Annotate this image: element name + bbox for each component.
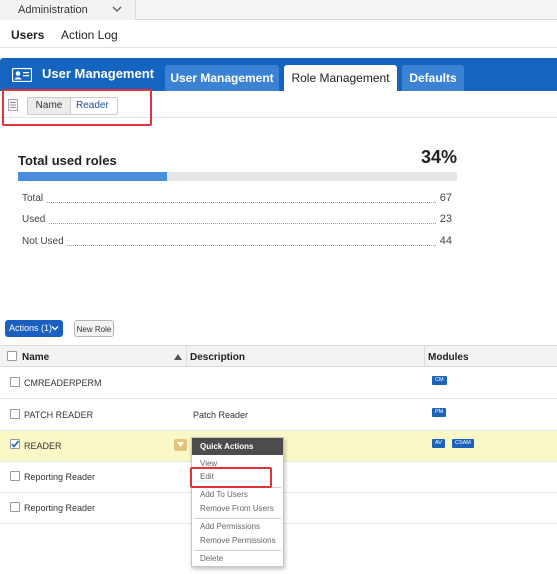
- role-name: Reporting Reader: [24, 503, 96, 513]
- dotted-leader: [22, 202, 452, 203]
- app-header: User Management User Management Role Man…: [0, 58, 557, 91]
- nav-users[interactable]: Users: [11, 28, 44, 42]
- menu-item-add-permissions[interactable]: Add Permissions: [200, 522, 260, 531]
- check-icon: [11, 440, 20, 448]
- page-title: User Management: [42, 66, 154, 81]
- table-row[interactable]: CMREADERPERM CM: [0, 368, 557, 399]
- menu-divider: [194, 518, 281, 519]
- usage-progress-fill: [18, 172, 168, 181]
- chevron-down-icon: [112, 6, 122, 13]
- column-divider: [424, 346, 425, 367]
- row-checkbox[interactable]: [10, 502, 20, 512]
- stat-value: 44: [436, 235, 452, 247]
- column-header-name[interactable]: Name: [22, 352, 49, 363]
- table-row[interactable]: PATCH READER Patch Reader PM: [0, 400, 557, 431]
- module-badge-pm: PM: [432, 408, 447, 417]
- stat-label: Used: [22, 214, 49, 225]
- quick-actions-menu: Quick Actions View Edit Add To Users Rem…: [191, 437, 284, 567]
- stat-label: Not Used: [22, 236, 67, 247]
- quick-actions-title: Quick Actions: [192, 438, 283, 455]
- column-divider: [186, 346, 187, 367]
- stat-row-total: Total 67: [22, 192, 452, 207]
- menu-divider: [194, 550, 281, 551]
- stat-value: 23: [436, 213, 452, 225]
- role-name: READER: [24, 441, 62, 451]
- menu-item-add-to-users[interactable]: Add To Users: [200, 490, 248, 499]
- actions-button[interactable]: Actions (1): [5, 320, 63, 337]
- highlight-box-filter: [2, 89, 152, 126]
- tab-defaults[interactable]: Defaults: [402, 65, 464, 91]
- row-checkbox[interactable]: [10, 471, 20, 481]
- role-name: PATCH READER: [24, 410, 94, 420]
- module-selector[interactable]: Administration: [0, 0, 136, 20]
- usage-progress-bar: [18, 172, 457, 181]
- module-badge-av: AV: [432, 439, 445, 448]
- actions-button-label: Actions (1): [9, 323, 53, 333]
- sort-ascending-icon[interactable]: [174, 354, 182, 360]
- module-badge-csam: CSAM: [452, 439, 474, 448]
- menu-item-remove-permissions[interactable]: Remove Permissions: [200, 536, 276, 545]
- row-checkbox[interactable]: [10, 409, 20, 419]
- module-badge-cm: CM: [432, 376, 447, 385]
- stat-row-not-used: Not Used 44: [22, 235, 452, 250]
- nav-action-log[interactable]: Action Log: [61, 28, 118, 42]
- column-header-modules[interactable]: Modules: [428, 352, 469, 363]
- table-header: Name Description Modules: [0, 345, 557, 367]
- chevron-down-icon: [51, 326, 59, 331]
- dotted-leader: [22, 223, 452, 224]
- dotted-leader: [22, 245, 452, 246]
- row-actions-toggle[interactable]: [174, 439, 187, 451]
- role-name: Reporting Reader: [24, 472, 96, 482]
- menu-item-remove-from-users[interactable]: Remove From Users: [200, 504, 274, 513]
- sub-navigation: Users Action Log: [0, 21, 557, 48]
- role-name: CMREADERPERM: [24, 378, 102, 388]
- user-card-icon: [12, 68, 32, 82]
- stats-title: Total used roles: [18, 153, 117, 168]
- role-description: Patch Reader: [193, 410, 249, 420]
- caret-down-icon: [177, 442, 184, 447]
- row-checkbox[interactable]: [10, 377, 20, 387]
- stats-percent: 34%: [420, 147, 457, 167]
- highlight-box-edit: [190, 467, 272, 488]
- stat-value: 67: [436, 192, 452, 204]
- column-header-description[interactable]: Description: [190, 352, 245, 363]
- stat-label: Total: [22, 193, 47, 204]
- menu-item-delete[interactable]: Delete: [200, 554, 223, 563]
- module-selector-label: Administration: [18, 4, 88, 16]
- top-bar: Administration: [0, 0, 557, 20]
- tab-role-management[interactable]: Role Management: [284, 65, 397, 91]
- row-checkbox-checked[interactable]: [10, 439, 20, 449]
- stat-row-used: Used 23: [22, 213, 452, 228]
- select-all-checkbox[interactable]: [7, 351, 17, 361]
- new-role-button[interactable]: New Role: [74, 320, 114, 337]
- tab-user-management[interactable]: User Management: [165, 65, 279, 91]
